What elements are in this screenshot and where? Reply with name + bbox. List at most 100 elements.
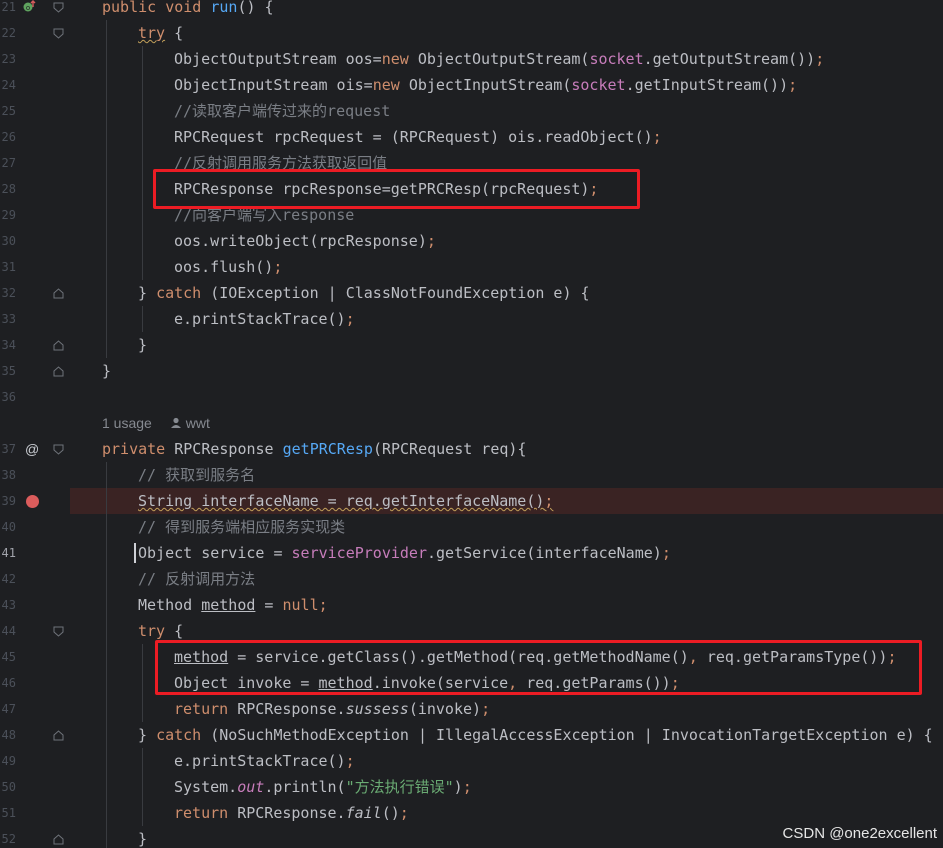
fold-end-icon[interactable]	[53, 366, 64, 377]
code-line[interactable]: ObjectOutputStream oos=new ObjectOutputS…	[70, 46, 943, 72]
code-line[interactable]: Method method = null;	[70, 592, 943, 618]
gutter-line[interactable]: 32	[0, 280, 70, 306]
code-text[interactable]: oos.flush();	[174, 254, 282, 280]
gutter-line[interactable]: 39	[0, 488, 70, 514]
gutter-line[interactable]: 26	[0, 124, 70, 150]
code-line[interactable]: public void run() {	[70, 0, 943, 20]
gutter-line[interactable]: 47	[0, 696, 70, 722]
gutter-line[interactable]: 25	[0, 98, 70, 124]
code-text[interactable]: }	[138, 826, 147, 848]
code-line[interactable]: oos.writeObject(rpcResponse);	[70, 228, 943, 254]
gutter-line[interactable]: 28	[0, 176, 70, 202]
usage-count[interactable]: 1 usage	[102, 415, 152, 431]
code-line[interactable]: e.printStackTrace();	[70, 306, 943, 332]
code-text[interactable]: Method method = null;	[138, 592, 328, 618]
code-line[interactable]: } catch (NoSuchMethodException | Illegal…	[70, 722, 943, 748]
gutter-line[interactable]: 36	[0, 384, 70, 410]
fold-end-icon[interactable]	[53, 834, 64, 845]
fold-collapse-icon[interactable]	[53, 2, 64, 13]
code-line[interactable]: // 得到服务端相应服务实现类	[70, 514, 943, 540]
code-text[interactable]: }	[138, 332, 147, 358]
gutter-line[interactable]: 35	[0, 358, 70, 384]
code-line[interactable]: return RPCResponse.fail();	[70, 800, 943, 826]
code-text[interactable]: // 得到服务端相应服务实现类	[138, 514, 345, 540]
gutter-line[interactable]: 22	[0, 20, 70, 46]
usages-at-icon[interactable]: @	[25, 436, 39, 462]
gutter-line[interactable]: 49	[0, 748, 70, 774]
code-line[interactable]	[70, 384, 943, 410]
fold-collapse-icon[interactable]	[53, 444, 64, 455]
usage-hint[interactable]: 1 usage wwt	[102, 410, 210, 436]
editor-gutter[interactable]: 21 o 22 23 24 25 26 27 28 29 30 31 32 33 34 35 36 37 @38 39…	[0, 0, 70, 848]
implements-method-icon[interactable]: o	[22, 0, 36, 14]
gutter-line[interactable]: 50	[0, 774, 70, 800]
code-text[interactable]: public void run() {	[102, 0, 274, 20]
code-text[interactable]: ObjectInputStream ois=new ObjectInputStr…	[174, 72, 797, 98]
code-text[interactable]: return RPCResponse.sussess(invoke);	[174, 696, 490, 722]
code-line[interactable]: return RPCResponse.sussess(invoke);	[70, 696, 943, 722]
author-name[interactable]: wwt	[186, 415, 210, 431]
gutter-line[interactable]: 33	[0, 306, 70, 332]
code-line[interactable]: ObjectInputStream ois=new ObjectInputStr…	[70, 72, 943, 98]
code-text[interactable]: RPCRequest rpcRequest = (RPCRequest) ois…	[174, 124, 662, 150]
gutter-line[interactable]: 27	[0, 150, 70, 176]
code-text[interactable]: try {	[138, 20, 183, 46]
code-text[interactable]: } catch (NoSuchMethodException | Illegal…	[138, 722, 933, 748]
code-line[interactable]: } catch (IOException | ClassNotFoundExce…	[70, 280, 943, 306]
code-line[interactable]: // 获取到服务名	[70, 462, 943, 488]
gutter-line[interactable]: 23	[0, 46, 70, 72]
code-line[interactable]: }	[70, 358, 943, 384]
code-text[interactable]: return RPCResponse.fail();	[174, 800, 409, 826]
fold-collapse-icon[interactable]	[53, 28, 64, 39]
gutter-line[interactable]	[0, 410, 70, 436]
code-line[interactable]: }	[70, 332, 943, 358]
code-text[interactable]: }	[102, 358, 111, 384]
code-text[interactable]: } catch (IOException | ClassNotFoundExce…	[138, 280, 590, 306]
code-text[interactable]: oos.writeObject(rpcResponse);	[174, 228, 436, 254]
gutter-line[interactable]: 43	[0, 592, 70, 618]
gutter-line[interactable]: 52	[0, 826, 70, 848]
gutter-line[interactable]: 30	[0, 228, 70, 254]
fold-end-icon[interactable]	[53, 288, 64, 299]
code-text[interactable]: System.out.println("方法执行错误");	[174, 774, 472, 800]
gutter-line[interactable]: 51	[0, 800, 70, 826]
gutter-line[interactable]: 34	[0, 332, 70, 358]
gutter-line[interactable]: 38	[0, 462, 70, 488]
gutter-line[interactable]: 44	[0, 618, 70, 644]
fold-end-icon[interactable]	[53, 730, 64, 741]
code-line[interactable]: //读取客户端传过来的request	[70, 98, 943, 124]
code-text[interactable]: Object service = serviceProvider.getServ…	[134, 540, 671, 566]
gutter-line[interactable]: 24	[0, 72, 70, 98]
code-line[interactable]: Object service = serviceProvider.getServ…	[70, 540, 943, 566]
gutter-line[interactable]: 45	[0, 644, 70, 670]
code-text[interactable]: // 反射调用方法	[138, 566, 255, 592]
gutter-line[interactable]: 31	[0, 254, 70, 280]
code-line[interactable]: try {	[70, 20, 943, 46]
code-line[interactable]: private RPCResponse getPRCResp(RPCReques…	[70, 436, 943, 462]
code-line[interactable]: oos.flush();	[70, 254, 943, 280]
code-area[interactable]: public void run() {try {ObjectOutputStre…	[70, 0, 943, 848]
code-line[interactable]: RPCRequest rpcRequest = (RPCRequest) ois…	[70, 124, 943, 150]
code-text[interactable]: //读取客户端传过来的request	[174, 98, 390, 124]
inlay-hint-line[interactable]: 1 usage wwt	[70, 410, 943, 436]
code-text[interactable]: e.printStackTrace();	[174, 306, 355, 332]
gutter-line[interactable]: 29	[0, 202, 70, 228]
code-text[interactable]: // 获取到服务名	[138, 462, 255, 488]
gutter-line[interactable]: 37 @	[0, 436, 70, 462]
gutter-line[interactable]: 46	[0, 670, 70, 696]
gutter-line[interactable]: 21 o	[0, 0, 70, 20]
fold-collapse-icon[interactable]	[53, 626, 64, 637]
code-line[interactable]: String interfaceName = req.getInterfaceN…	[70, 488, 943, 514]
code-text[interactable]: e.printStackTrace();	[174, 748, 355, 774]
fold-end-icon[interactable]	[53, 340, 64, 351]
code-line[interactable]: e.printStackTrace();	[70, 748, 943, 774]
gutter-line[interactable]: 48	[0, 722, 70, 748]
code-line[interactable]: System.out.println("方法执行错误");	[70, 774, 943, 800]
code-editor[interactable]: 21 o 22 23 24 25 26 27 28 29 30 31 32 33 34 35 36 37 @38 39…	[0, 0, 943, 848]
gutter-line[interactable]: 40	[0, 514, 70, 540]
gutter-line[interactable]: 41	[0, 540, 70, 566]
gutter-line[interactable]: 42	[0, 566, 70, 592]
code-text[interactable]: String interfaceName = req.getInterfaceN…	[138, 488, 553, 514]
code-line[interactable]: // 反射调用方法	[70, 566, 943, 592]
breakpoint-icon[interactable]	[26, 495, 39, 508]
